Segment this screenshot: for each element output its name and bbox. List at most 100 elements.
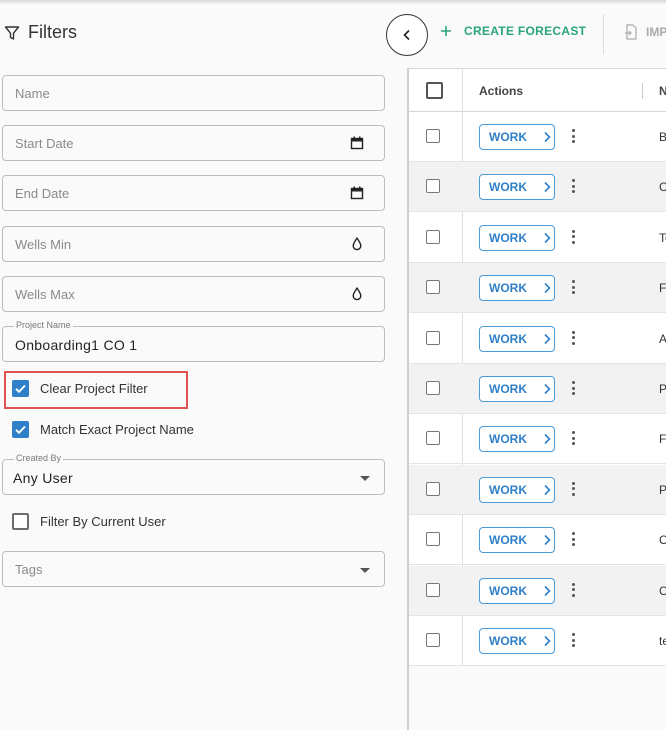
- project-name-input[interactable]: Project Name Onboarding1 CO 1: [2, 320, 385, 362]
- name-header[interactable]: N: [659, 84, 666, 98]
- work-button[interactable]: WORK: [479, 224, 555, 251]
- row-checkbox[interactable]: [426, 330, 440, 345]
- project-name-label: Project Name: [14, 320, 73, 330]
- toolbar-separator: [603, 14, 604, 54]
- row-name[interactable]: te: [659, 634, 666, 648]
- highlight-box: [4, 371, 188, 409]
- chevron-right-icon: [544, 635, 551, 647]
- row-name[interactable]: P: [659, 483, 666, 497]
- import-button[interactable]: IMP: [624, 24, 666, 40]
- end-date-input[interactable]: End Date: [2, 175, 385, 211]
- tags-select[interactable]: Tags: [2, 551, 385, 587]
- chevron-right-icon: [544, 383, 551, 395]
- row-checkbox[interactable]: [426, 381, 440, 395]
- row-checkbox[interactable]: [426, 179, 440, 194]
- row-name[interactable]: B: [659, 130, 666, 144]
- more-menu-icon[interactable]: [571, 229, 575, 244]
- match-exact-checkbox[interactable]: [12, 421, 29, 438]
- match-exact-label: Match Exact Project Name: [40, 422, 194, 437]
- chevron-right-icon: [544, 535, 551, 546]
- row-name[interactable]: C: [659, 533, 666, 547]
- match-exact-row[interactable]: Match Exact Project Name: [12, 421, 194, 438]
- work-label: WORK: [489, 634, 527, 648]
- work-label: WORK: [489, 180, 527, 195]
- work-button[interactable]: WORK: [479, 628, 555, 654]
- chevron-right-icon: [544, 283, 551, 294]
- row-name[interactable]: F: [659, 432, 666, 446]
- table-row[interactable]: WORK C: [409, 162, 666, 213]
- more-menu-icon[interactable]: [571, 330, 575, 345]
- more-menu-icon[interactable]: [571, 582, 575, 597]
- more-menu-icon[interactable]: [571, 179, 575, 194]
- row-name[interactable]: A: [659, 332, 666, 346]
- tags-placeholder: Tags: [15, 562, 43, 577]
- row-name[interactable]: F: [659, 281, 666, 295]
- plus-icon: [441, 26, 451, 36]
- row-checkbox[interactable]: [426, 229, 440, 244]
- calendar-icon[interactable]: [350, 186, 364, 200]
- work-label: WORK: [489, 382, 527, 396]
- created-by-label: Created By: [14, 453, 64, 463]
- table-row[interactable]: WORK F: [409, 263, 666, 314]
- work-label: WORK: [489, 432, 527, 447]
- more-menu-icon[interactable]: [571, 431, 575, 446]
- header-separator[interactable]: [642, 83, 643, 99]
- table-row[interactable]: WORK C: [409, 565, 666, 616]
- table-row[interactable]: WORK C: [409, 515, 666, 566]
- more-menu-icon[interactable]: [571, 532, 575, 547]
- chevron-right-icon: [544, 232, 551, 243]
- wells-max-input[interactable]: Wells Max: [2, 276, 385, 312]
- row-checkbox[interactable]: [426, 582, 440, 597]
- filter-icon: [4, 25, 20, 40]
- row-checkbox[interactable]: [426, 129, 440, 143]
- row-name[interactable]: C: [659, 584, 666, 598]
- work-button[interactable]: WORK: [479, 124, 555, 150]
- calendar-icon[interactable]: [350, 136, 364, 150]
- work-button[interactable]: WORK: [479, 325, 555, 352]
- filter-current-user-row[interactable]: Filter By Current User: [12, 513, 166, 530]
- filter-current-user-label: Filter By Current User: [40, 514, 166, 529]
- select-all-checkbox[interactable]: [426, 82, 443, 99]
- create-forecast-button[interactable]: CREATE FORECAST: [440, 24, 586, 38]
- more-menu-icon[interactable]: [571, 481, 575, 496]
- row-checkbox[interactable]: [426, 280, 440, 295]
- work-label: WORK: [489, 281, 527, 296]
- more-menu-icon[interactable]: [571, 633, 575, 647]
- wells-max-placeholder: Wells Max: [15, 287, 75, 302]
- start-date-input[interactable]: Start Date: [2, 125, 385, 161]
- created-by-select[interactable]: Created By Any User: [2, 453, 385, 495]
- more-menu-icon[interactable]: [571, 381, 575, 395]
- work-button[interactable]: WORK: [479, 376, 555, 402]
- row-checkbox[interactable]: [426, 481, 440, 496]
- work-button[interactable]: WORK: [479, 476, 555, 503]
- work-button[interactable]: WORK: [479, 577, 555, 604]
- more-menu-icon[interactable]: [571, 129, 575, 143]
- collapse-filters-button[interactable]: [386, 14, 428, 56]
- caret-down-icon: [360, 476, 370, 481]
- filter-current-user-checkbox[interactable]: [12, 513, 29, 530]
- row-checkbox[interactable]: [426, 633, 440, 647]
- work-button[interactable]: WORK: [479, 174, 555, 201]
- table-row[interactable]: WORK B: [409, 112, 666, 162]
- table-row[interactable]: WORK te: [409, 616, 666, 666]
- table-row[interactable]: WORK P: [409, 364, 666, 414]
- row-name[interactable]: Te: [659, 231, 666, 245]
- name-input[interactable]: Name: [2, 75, 385, 111]
- work-button[interactable]: WORK: [479, 426, 555, 453]
- table-row[interactable]: WORK A: [409, 314, 666, 364]
- project-name-value: Onboarding1 CO 1: [15, 337, 138, 353]
- row-name[interactable]: P: [659, 382, 666, 396]
- row-name[interactable]: C: [659, 180, 666, 194]
- chevron-left-icon: [403, 29, 410, 41]
- table-row[interactable]: WORK Te: [409, 213, 666, 263]
- chevron-right-icon: [544, 333, 551, 344]
- forecast-table: Actions N WORKBWORKCWORKTeWORKFWORKAWORK…: [409, 68, 666, 666]
- wells-min-input[interactable]: Wells Min: [2, 226, 385, 262]
- more-menu-icon[interactable]: [571, 280, 575, 295]
- table-row[interactable]: WORK P: [409, 464, 666, 515]
- work-button[interactable]: WORK: [479, 527, 555, 554]
- work-button[interactable]: WORK: [479, 275, 555, 302]
- row-checkbox[interactable]: [426, 431, 440, 446]
- table-row[interactable]: WORK F: [409, 414, 666, 465]
- row-checkbox[interactable]: [426, 532, 440, 547]
